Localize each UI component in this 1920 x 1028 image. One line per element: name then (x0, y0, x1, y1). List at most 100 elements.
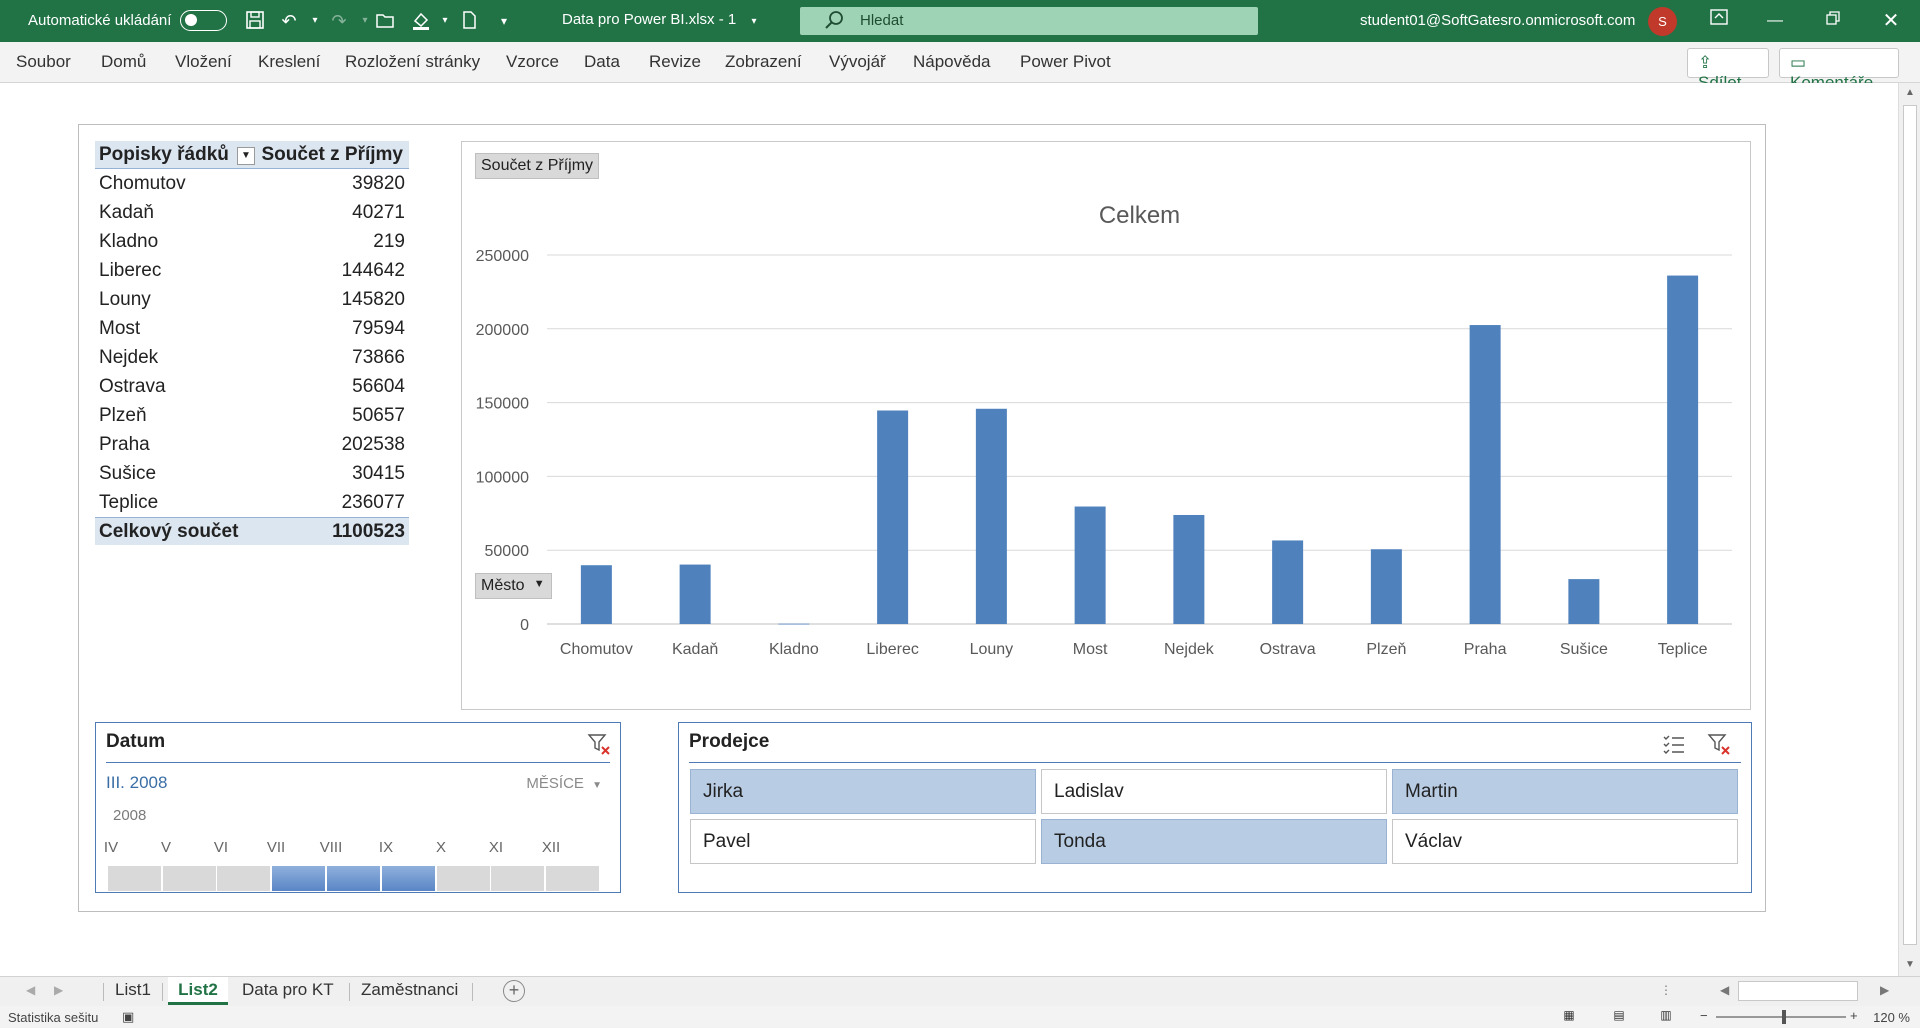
pivot-chart[interactable]: Celkem 0 50000 100000 150000 200000 250000 Chom… (461, 141, 1751, 710)
tab-list1[interactable]: List1 (115, 977, 151, 1005)
restore-icon[interactable] (1818, 8, 1848, 34)
tab-separator (162, 983, 163, 1001)
ribbon-display-icon[interactable] (1704, 8, 1734, 34)
slicer-item-tonda[interactable]: Tonda (1041, 819, 1387, 864)
multi-select-icon[interactable] (1661, 731, 1687, 757)
zoom-out-icon[interactable]: − (1700, 1008, 1708, 1023)
menu-revize[interactable]: Revize (649, 52, 701, 72)
clear-filter-icon[interactable] (586, 731, 612, 757)
timeline-month-tile[interactable] (491, 866, 544, 891)
zoom-level[interactable]: 120 % (1873, 1010, 1910, 1025)
menu-vyvojar[interactable]: Vývojář (829, 52, 886, 72)
pivot-row[interactable]: Kadaň 40271 (95, 198, 409, 227)
macro-record-icon[interactable]: ▣ (122, 1009, 134, 1025)
pivot-row[interactable]: Sušice 30415 (95, 459, 409, 488)
menu-data[interactable]: Data (584, 52, 620, 72)
slicer-item-jirka[interactable]: Jirka (690, 769, 1036, 814)
pivot-row[interactable]: Kladno 219 (95, 227, 409, 256)
pivot-row-value: 144642 (341, 260, 405, 281)
hscroll-right-icon[interactable]: ▶ (1880, 983, 1889, 997)
search-box[interactable]: Hledat (800, 7, 1258, 35)
user-account[interactable]: student01@SoftGatesro.onmicrosoft.com (1360, 12, 1635, 29)
pivot-row[interactable]: Ostrava 56604 (95, 372, 409, 401)
normal-view-icon[interactable]: ▦ (1555, 1008, 1583, 1026)
filename-dropdown-icon[interactable]: ▾ (742, 10, 766, 34)
comments-button[interactable]: ▭ Komentáře (1779, 48, 1899, 92)
page-layout-view-icon[interactable]: ▤ (1605, 1008, 1633, 1026)
undo-dropdown-icon[interactable]: ▾ (303, 9, 327, 33)
avatar[interactable]: S (1648, 7, 1677, 36)
filter-dropdown-icon[interactable]: ▼ (237, 147, 255, 165)
pivot-row[interactable]: Nejdek 73866 (95, 343, 409, 372)
pivot-row[interactable]: Most 79594 (95, 314, 409, 343)
x-tick-label: Nejdek (1164, 641, 1215, 658)
hscroll-left-icon[interactable]: ◀ (1720, 983, 1729, 997)
tab-scroll-right-icon[interactable]: ▶ (54, 983, 63, 997)
minimize-icon[interactable]: — (1760, 8, 1790, 34)
slicer-prodejce[interactable]: Prodejce Jirka Ladislav Martin Pavel Tonda Vá… (678, 722, 1752, 893)
close-icon[interactable]: ✕ (1876, 8, 1906, 34)
pivot-row[interactable]: Praha 202538 (95, 430, 409, 459)
menu-zobrazeni[interactable]: Zobrazení (725, 52, 802, 72)
pivot-row[interactable]: Liberec 144642 (95, 256, 409, 285)
menu-napoveda[interactable]: Nápověda (913, 52, 991, 72)
timeline-month-tile[interactable] (217, 866, 270, 891)
slicer-item-pavel[interactable]: Pavel (690, 819, 1036, 864)
tab-list2[interactable]: List2 (168, 977, 228, 1005)
slicer-datum[interactable]: Datum III. 2008 MĚSÍCE ▼ 2008 IV V VI VII VI… (95, 722, 621, 893)
timeline-month-tile[interactable] (546, 866, 599, 891)
zoom-slider-knob[interactable] (1782, 1010, 1786, 1024)
pivot-row[interactable]: Plzeň 50657 (95, 401, 409, 430)
value-field-button[interactable]: Součet z Příjmy (475, 153, 600, 179)
tab-scroll-left-icon[interactable]: ◀ (26, 983, 35, 997)
pivot-row[interactable]: Chomutov 39820 (95, 169, 409, 198)
slicer-item-martin[interactable]: Martin (1392, 769, 1738, 814)
menu-domu[interactable]: Domů (101, 52, 146, 72)
fill-dropdown-icon[interactable]: ▾ (433, 9, 457, 33)
scroll-thumb[interactable] (1903, 105, 1917, 945)
timeline-month-tile[interactable] (327, 866, 380, 891)
menu-soubor[interactable]: Soubor (16, 52, 71, 72)
menu-vzorce[interactable]: Vzorce (506, 52, 559, 72)
timeline-month-tile[interactable] (272, 866, 325, 891)
pivot-row[interactable]: Teplice 236077 (95, 488, 409, 517)
redo-icon[interactable]: ↷ (327, 9, 351, 33)
tab-zamestnanci[interactable]: Zaměstnanci (361, 977, 458, 1005)
page-break-view-icon[interactable]: ▥ (1652, 1008, 1680, 1026)
tab-data-pro-kt[interactable]: Data pro KT (242, 977, 334, 1005)
menu-vlozeni[interactable]: Vložení (175, 52, 232, 72)
slicer-item-václav[interactable]: Václav (1392, 819, 1738, 864)
pivot-table[interactable]: Popisky řádků ▼ Součet z Příjmy Chomutov… (95, 141, 409, 545)
save-icon[interactable] (243, 9, 267, 33)
vertical-scrollbar[interactable]: ▲ ▼ (1898, 83, 1920, 976)
clear-filter-icon[interactable] (1706, 731, 1732, 757)
tab-split-handle[interactable]: ⋮ (1660, 983, 1672, 997)
share-button[interactable]: ⇪ Sdílet (1687, 48, 1769, 92)
timeline-month-tile[interactable] (108, 866, 161, 891)
timeline-month-tile[interactable] (382, 866, 435, 891)
menu-kresleni[interactable]: Kreslení (258, 52, 320, 72)
file-name[interactable]: Data pro Power BI.xlsx - 1 (562, 11, 736, 28)
customize-toolbar-icon[interactable]: ▾ (492, 9, 516, 33)
timeline-month-tile[interactable] (163, 866, 216, 891)
undo-icon[interactable]: ↶ (277, 9, 301, 33)
menu-power-pivot[interactable]: Power Pivot (1020, 52, 1111, 72)
open-folder-icon[interactable] (373, 9, 397, 33)
slicer-item-ladislav[interactable]: Ladislav (1041, 769, 1387, 814)
timeline-level-selector[interactable]: MĚSÍCE ▼ (526, 775, 602, 792)
zoom-in-icon[interactable]: + (1850, 1008, 1858, 1023)
add-sheet-button[interactable]: + (503, 980, 525, 1002)
autosave-toggle[interactable] (180, 10, 227, 31)
tab-separator (472, 983, 473, 1001)
scroll-down-icon[interactable]: ▼ (1903, 959, 1917, 973)
pivot-row[interactable]: Louny 145820 (95, 285, 409, 314)
horizontal-scrollbar[interactable] (1738, 981, 1858, 1001)
zoom-slider[interactable] (1716, 1010, 1846, 1024)
workbook-statistics[interactable]: Statistika sešitu (8, 1010, 98, 1025)
fill-color-icon[interactable] (409, 9, 433, 33)
timeline-month-tile[interactable] (437, 866, 490, 891)
menu-rozlozeni-stranky[interactable]: Rozložení stránky (345, 52, 480, 72)
new-document-icon[interactable] (457, 9, 481, 33)
scroll-up-icon[interactable]: ▲ (1903, 87, 1917, 101)
axis-field-button[interactable]: Město ▼ (475, 573, 552, 599)
